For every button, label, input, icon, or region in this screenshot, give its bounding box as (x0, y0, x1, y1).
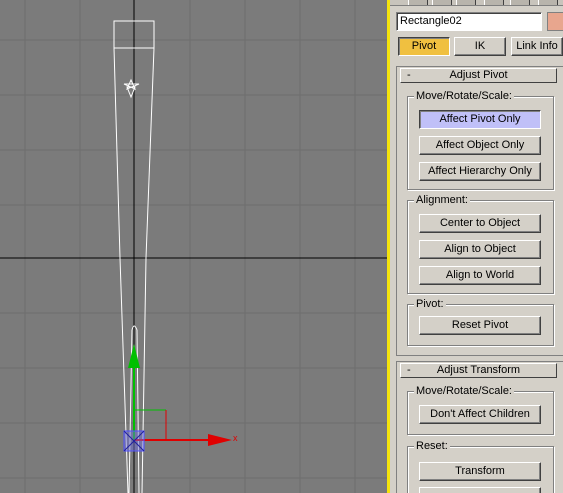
group-label: Alignment: (414, 193, 470, 207)
adjust-pivot-rollout-header[interactable]: - Adjust Pivot (400, 68, 557, 83)
group-label: Move/Rotate/Scale: (414, 384, 514, 398)
object-name-input[interactable]: Rectangle02 (396, 12, 542, 31)
motion-tab-icon[interactable] (484, 0, 504, 5)
rollout-title: Adjust Pivot (449, 69, 508, 81)
pivot-gizmo[interactable]: x (123, 344, 238, 452)
tab-link-info[interactable]: Link Info (511, 37, 563, 56)
align-to-world-button[interactable]: Align to World (419, 266, 541, 285)
world-axis-lines (0, 0, 387, 493)
gizmo-x-label: x (233, 433, 238, 443)
display-tab-icon[interactable] (510, 0, 530, 5)
utilities-tab-icon[interactable] (538, 0, 558, 5)
viewport-grid (0, 0, 387, 493)
command-panel-tab-strip (390, 0, 563, 6)
affect-pivot-only-button[interactable]: Affect Pivot Only (419, 110, 541, 129)
collapse-icon: - (407, 364, 411, 376)
group-label: Pivot: (414, 297, 446, 311)
transform-reset-button[interactable]: Transform (419, 462, 541, 481)
center-to-object-button[interactable]: Center to Object (419, 214, 541, 233)
adjust-transform-rollout-header[interactable]: - Adjust Transform (400, 363, 557, 378)
group-label: Move/Rotate/Scale: (414, 89, 514, 103)
hierarchy-tab-icon[interactable] (456, 0, 476, 5)
rollout-title: Adjust Transform (436, 364, 521, 376)
tab-ik[interactable]: IK (454, 37, 506, 56)
perspective-viewport[interactable]: x (0, 0, 387, 493)
reset-pivot-button[interactable]: Reset Pivot (419, 316, 541, 335)
affect-object-only-button[interactable]: Affect Object Only (419, 136, 541, 155)
command-panel: Rectangle02 Pivot IK Link Info - Adjust … (390, 0, 563, 493)
star-marker-icon (123, 78, 140, 99)
create-tab-icon[interactable] (408, 0, 428, 5)
scale-reset-button[interactable] (419, 487, 541, 493)
align-to-object-button[interactable]: Align to Object (419, 240, 541, 259)
group-label: Reset: (414, 439, 450, 453)
affect-hierarchy-only-button[interactable]: Affect Hierarchy Only (419, 162, 541, 181)
object-color-swatch[interactable] (547, 12, 563, 31)
tab-pivot[interactable]: Pivot (398, 37, 450, 56)
dont-affect-children-button[interactable]: Don't Affect Children (419, 405, 541, 424)
viewport-canvas[interactable]: x (0, 0, 387, 493)
collapse-icon: - (407, 69, 411, 81)
modify-tab-icon[interactable] (432, 0, 452, 5)
